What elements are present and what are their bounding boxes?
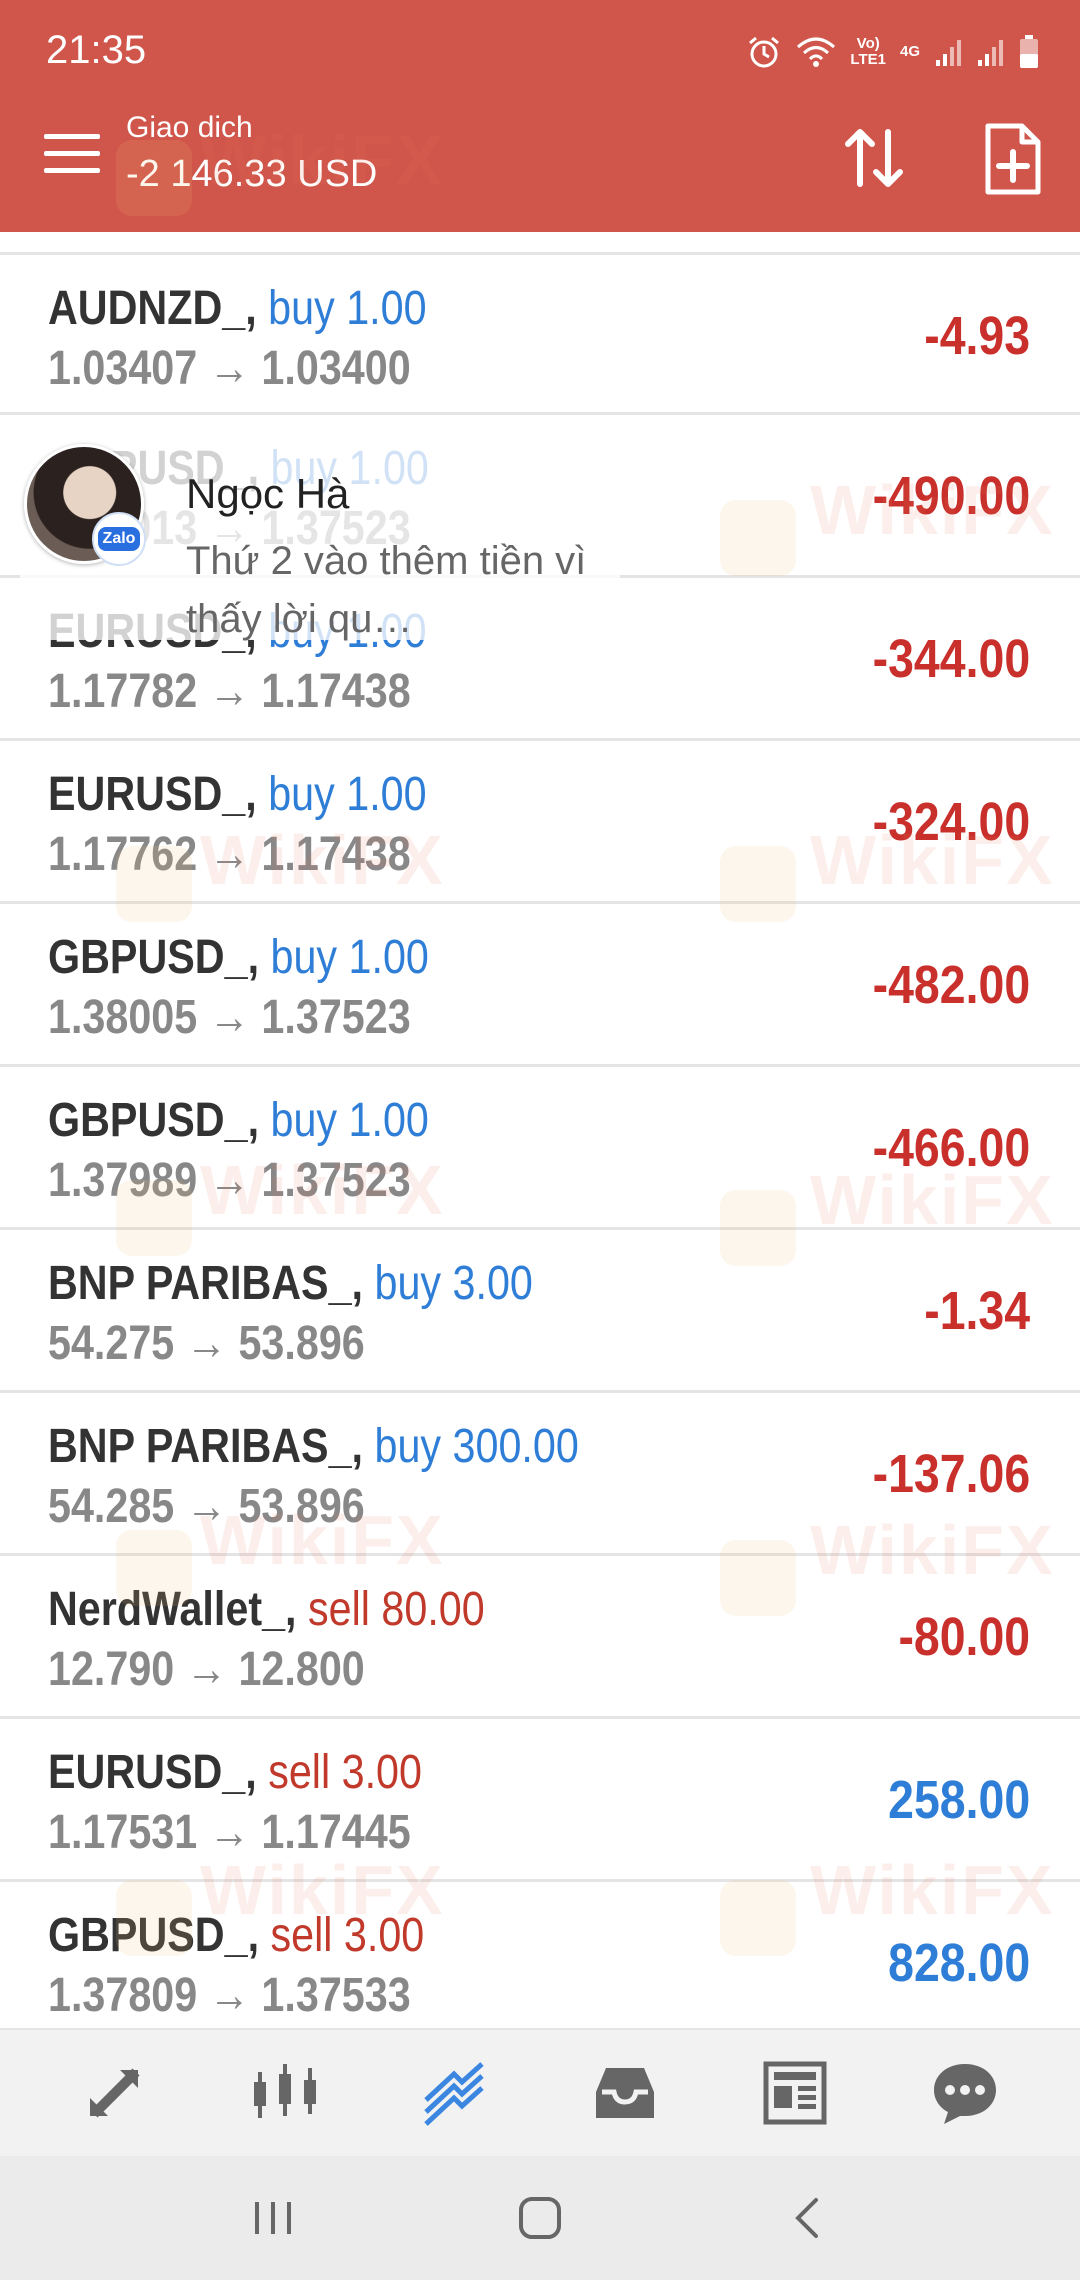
sort-icon[interactable] <box>842 124 906 192</box>
trade-profit: 258.00 <box>887 1770 1030 1830</box>
trade-symbol: EURUSD_, <box>48 1746 257 1799</box>
trade-symbol: BNP PARIBAS_, <box>48 1257 364 1310</box>
trade-side: buy 1.00 <box>268 282 427 335</box>
trade-profit: -466.00 <box>872 1118 1030 1178</box>
nav-quotes[interactable] <box>70 2048 160 2138</box>
trade-row[interactable]: EURUSD_, buy 1.00 1.17762 → 1.17438 -324… <box>0 741 1080 904</box>
network-type: 4G <box>899 43 920 60</box>
trade-profit: -4.93 <box>924 306 1030 366</box>
trade-symbol: AUDNZD_, <box>48 282 257 335</box>
trade-row[interactable]: NerdWallet_, sell 80.00 12.790 → 12.800 … <box>0 1556 1080 1719</box>
trade-prices: 54.285 → 53.896 <box>48 1480 365 1533</box>
notification-message: Thứ 2 vào thêm tiền vì thấy lời qu… <box>186 539 587 641</box>
notification-sender: Ngọc Hà <box>186 470 350 517</box>
trade-profit: 828.00 <box>887 1933 1030 1993</box>
history-icon <box>596 2068 654 2118</box>
trade-profit: -137.06 <box>872 1444 1030 1504</box>
trade-prices: 12.790 → 12.800 <box>48 1643 365 1696</box>
signal-icon-2 <box>978 40 1003 66</box>
trade-profit: -344.00 <box>872 629 1030 689</box>
trade-prices: 1.03407 → 1.03400 <box>48 342 411 395</box>
news-icon <box>763 2061 827 2125</box>
nav-news[interactable] <box>750 2048 840 2138</box>
trade-profit: -1.34 <box>924 1281 1030 1341</box>
trade-prices: 1.38005 → 1.37523 <box>48 991 411 1044</box>
app-subtitle: Giao dich <box>126 111 253 144</box>
trade-prices: 1.17782 → 1.17438 <box>48 665 411 718</box>
nav-history[interactable] <box>580 2048 670 2138</box>
trade-row[interactable]: BNP PARIBAS_, buy 300.00 54.285 → 53.896… <box>0 1393 1080 1556</box>
trade-side: buy 1.00 <box>270 1094 429 1147</box>
trade-symbol: BNP PARIBAS_, <box>48 1420 364 1473</box>
back-button[interactable] <box>767 2178 847 2258</box>
app-header: 21:35 Vo) LTE1 4G Giao dich -2 146.33 US… <box>0 0 1080 232</box>
trade-prices: 1.17531 → 1.17445 <box>48 1806 411 1859</box>
bottom-nav <box>0 2028 1080 2156</box>
menu-button[interactable] <box>44 134 100 178</box>
trade-row[interactable]: GBPUSD_, sell 3.00 1.37809 → 1.37533 828… <box>0 1882 1080 2045</box>
wifi-icon <box>797 37 836 67</box>
trade-icon <box>424 2062 484 2126</box>
trade-symbol: NerdWallet_, <box>48 1583 297 1636</box>
trade-profit: -324.00 <box>872 792 1030 852</box>
chat-icon <box>934 2064 996 2124</box>
trade-side: buy 3.00 <box>374 1257 533 1310</box>
status-icons: Vo) LTE1 4G <box>746 30 1040 74</box>
trade-profit: -482.00 <box>872 955 1030 1015</box>
trade-prices: 1.37989 → 1.37523 <box>48 1154 411 1207</box>
home-button[interactable] <box>500 2178 580 2258</box>
signal-icon <box>936 40 961 66</box>
account-balance: -2 146.33 USD <box>126 153 378 195</box>
trade-prices: 1.17762 → 1.17438 <box>48 828 411 881</box>
trade-row[interactable]: BNP PARIBAS_, buy 3.00 54.275 → 53.896 -… <box>0 1230 1080 1393</box>
status-time: 21:35 <box>46 28 147 72</box>
volte-indicator: Vo) LTE1 <box>850 35 886 68</box>
trade-profit: -490.00 <box>872 466 1030 526</box>
trade-side: buy 1.00 <box>268 768 427 821</box>
nav-trade[interactable] <box>410 2048 500 2138</box>
alarm-icon <box>749 36 780 68</box>
trade-row[interactable]: AUDNZD_, buy 1.00 1.03407 → 1.03400 -4.9… <box>0 252 1080 415</box>
chat-notification[interactable]: Zalo Ngọc Hà Thứ 2 vào thêm tiền vì thấy… <box>20 440 620 641</box>
battery-icon <box>1020 35 1038 68</box>
trade-side: buy 300.00 <box>374 1420 579 1473</box>
system-nav <box>0 2156 1080 2280</box>
trade-profit: -80.00 <box>898 1607 1030 1667</box>
trade-side: sell 3.00 <box>268 1746 422 1799</box>
zalo-app-icon: Zalo <box>92 512 146 566</box>
trade-symbol: GBPUSD_, <box>48 931 260 984</box>
back-icon <box>794 2198 818 2238</box>
quotes-icon <box>90 2068 140 2118</box>
title-block: Giao dich -2 146.33 USD <box>126 108 377 200</box>
trade-side: buy 1.00 <box>270 931 429 984</box>
trade-symbol: GBPUSD_, <box>48 1909 260 1962</box>
nav-chart[interactable] <box>240 2048 330 2138</box>
home-icon <box>518 2197 561 2239</box>
trade-symbol: GBPUSD_, <box>48 1094 260 1147</box>
trade-row[interactable]: EURUSD_, sell 3.00 1.17531 → 1.17445 258… <box>0 1719 1080 1882</box>
trade-prices: 1.37809 → 1.37533 <box>48 1969 411 2022</box>
recents-icon <box>255 2202 292 2234</box>
status-bar: 21:35 Vo) LTE1 4G <box>0 0 1080 100</box>
nav-chat[interactable] <box>920 2048 1010 2138</box>
trade-row[interactable]: GBPUSD_, buy 1.00 1.37989 → 1.37523 -466… <box>0 1067 1080 1230</box>
trade-side: sell 80.00 <box>307 1583 485 1636</box>
trade-side: sell 3.00 <box>270 1909 425 1962</box>
trade-prices: 54.275 → 53.896 <box>48 1317 365 1370</box>
trade-row[interactable]: GBPUSD_, buy 1.00 1.38005 → 1.37523 -482… <box>0 904 1080 1067</box>
trade-symbol: EURUSD_, <box>48 768 257 821</box>
recents-button[interactable] <box>233 2178 313 2258</box>
chart-icon <box>254 2064 316 2118</box>
new-order-icon[interactable] <box>982 122 1044 196</box>
